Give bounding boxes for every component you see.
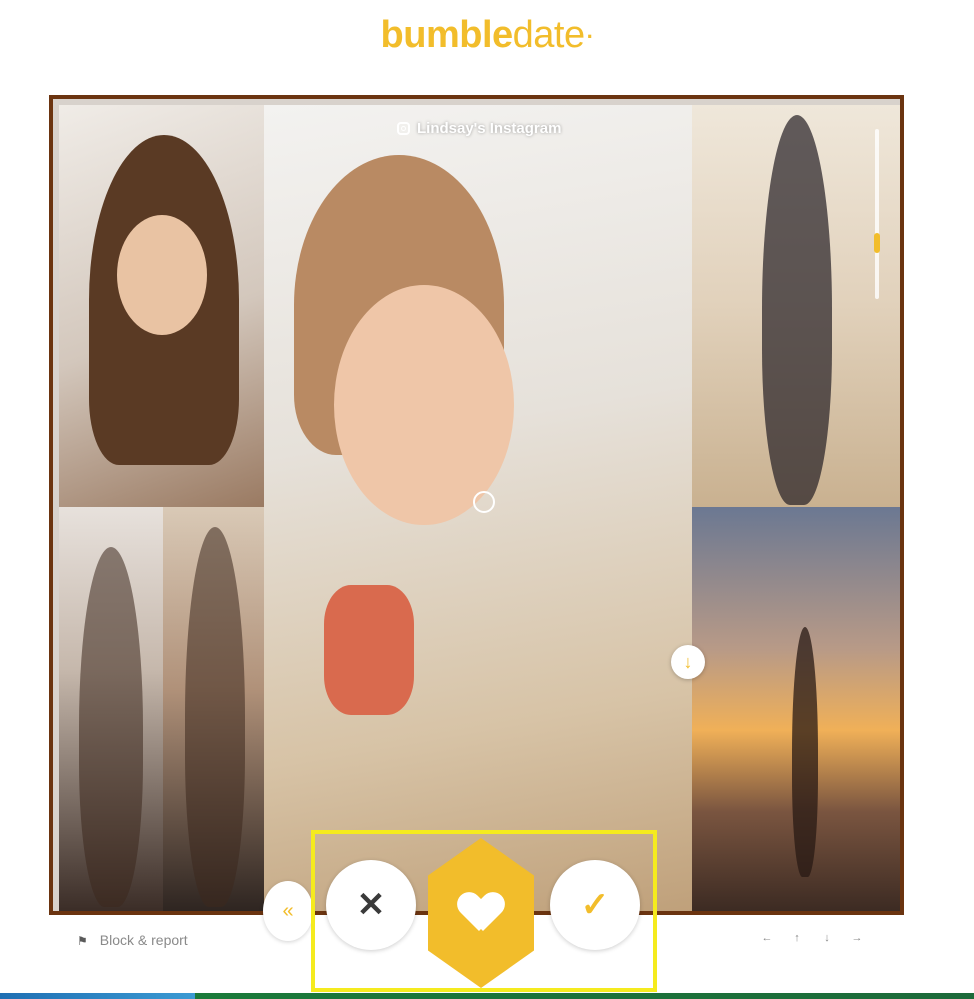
profile-photo-1[interactable] <box>59 105 264 507</box>
arrow-down-icon: ↓ <box>824 932 830 944</box>
photo-subject-face <box>334 285 514 525</box>
profile-photo-2[interactable] <box>59 507 163 911</box>
rewind-icon: « <box>282 899 294 922</box>
block-report-label: Block & report <box>99 932 188 948</box>
arrow-left-icon: ← <box>761 932 773 944</box>
profile-photo-5[interactable] <box>692 507 900 911</box>
logo-sub: date <box>512 14 585 56</box>
instagram-icon <box>397 122 410 135</box>
logo-brand: bumble <box>380 14 514 56</box>
photo-subject-face <box>117 215 207 335</box>
profile-photo-4[interactable] <box>692 105 900 507</box>
flag-icon: ⚑ <box>77 934 88 948</box>
instagram-label: Lindsay's Instagram <box>397 120 561 137</box>
profile-photo-3[interactable] <box>163 507 264 911</box>
photo-subject <box>762 115 832 505</box>
photo-subject <box>185 527 245 907</box>
taskbar-strip <box>0 993 974 999</box>
logo-dot: · <box>586 23 594 49</box>
scroll-down-button[interactable]: ↓ <box>671 645 705 679</box>
arrow-right-icon: → <box>851 932 863 944</box>
instagram-label-text: Lindsay's Instagram <box>417 120 562 137</box>
photo-scrollbar-thumb[interactable] <box>874 233 880 253</box>
keyboard-shortcuts: ← ↑ ↓ → <box>757 928 867 948</box>
app-logo: bumbledate· <box>0 14 974 57</box>
block-report-link[interactable]: ⚑ Block & report <box>77 932 188 948</box>
photo-subject <box>79 547 143 907</box>
undo-button[interactable]: « <box>263 881 313 941</box>
dumbbell <box>324 585 414 715</box>
action-buttons-highlight <box>311 830 657 992</box>
arrow-down-icon: ↓ <box>683 651 693 672</box>
photo-subject <box>792 627 818 877</box>
photo-scrollbar[interactable] <box>875 129 879 299</box>
arrow-up-icon: ↑ <box>794 932 800 944</box>
profile-photo-grid: Lindsay's Instagram ↓ <box>49 95 904 915</box>
focus-icon <box>473 491 495 513</box>
